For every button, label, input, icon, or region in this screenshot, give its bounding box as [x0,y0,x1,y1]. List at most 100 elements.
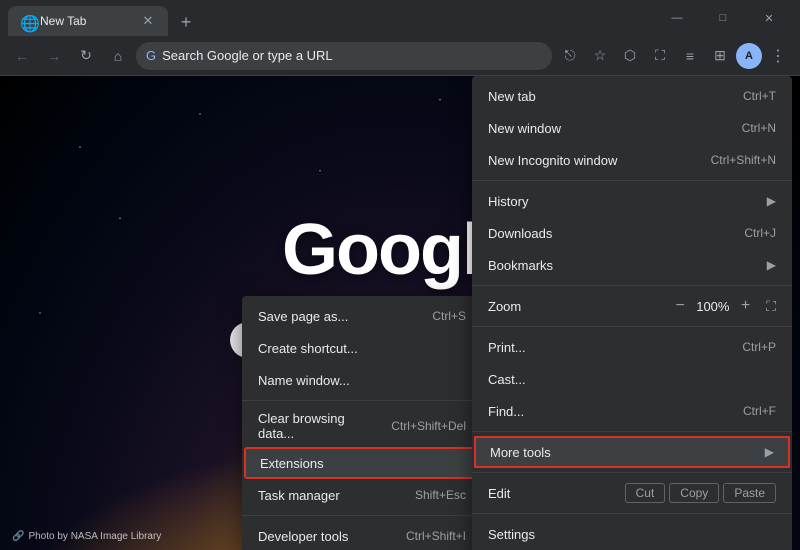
print-shortcut: Ctrl+P [742,340,776,354]
save-page-shortcut: Ctrl+S [432,309,466,323]
extensions-item[interactable]: Extensions [244,447,480,479]
browser-frame: 🌐 New Tab ✕ + — □ ✕ ← → ↻ ⌂ G Search Goo… [0,0,800,550]
submenu-separator1 [242,400,482,401]
incognito-label: New Incognito window [488,153,699,168]
photo-credit-text: Photo by NASA Image Library [28,531,161,542]
active-tab[interactable]: 🌐 New Tab ✕ [8,6,168,36]
clear-browsing-shortcut: Ctrl+Shift+Del [391,419,466,433]
find-item[interactable]: Find... Ctrl+F [472,395,792,427]
history-item[interactable]: History ▶ [472,185,792,217]
task-manager-shortcut: Shift+Esc [415,488,466,502]
profile-button[interactable]: A [736,43,762,69]
home-button[interactable]: ⌂ [104,42,132,70]
downloads-label: Downloads [488,226,732,241]
nav-actions: ⎋ ☆ ⬡ ⛶ ≡ ⊞ A ⋮ [556,42,792,70]
downloads-item[interactable]: Downloads Ctrl+J [472,217,792,249]
new-tab-item[interactable]: New tab Ctrl+T [472,80,792,112]
photo-credit[interactable]: 🔗 Photo by NASA Image Library [12,531,161,542]
settings-label: Settings [488,527,776,542]
save-page-label: Save page as... [258,309,420,324]
clear-browsing-label: Clear browsing data... [258,411,379,441]
paste-button[interactable]: Paste [723,483,776,503]
nav-bar: ← → ↻ ⌂ G Search Google or type a URL ⎋ … [0,36,800,76]
cast-item[interactable]: Cast... [472,363,792,395]
tab-title: New Tab [40,14,134,28]
title-bar: 🌐 New Tab ✕ + — □ ✕ [0,0,800,36]
tab-close-button[interactable]: ✕ [140,13,156,29]
zoom-out-button[interactable]: − [676,297,685,315]
extension-button1[interactable]: ⬡ [616,42,644,70]
zoom-controls: − 100% + ⛶ [676,297,777,315]
downloads-shortcut: Ctrl+J [744,226,776,240]
extensions-label: Extensions [260,456,452,471]
new-tab-label: New tab [488,89,731,104]
edit-row: Edit Cut Copy Paste [472,477,792,509]
find-label: Find... [488,404,731,419]
tab-favicon: 🌐 [20,14,34,28]
edit-label: Edit [488,486,625,501]
bookmarks-item[interactable]: Bookmarks ▶ [472,249,792,281]
find-shortcut: Ctrl+F [743,404,776,418]
history-arrow: ▶ [767,194,776,208]
separator3 [472,326,792,327]
dev-tools-shortcut: Ctrl+Shift+I [406,529,466,543]
extension-button3[interactable]: ≡ [676,42,704,70]
settings-item[interactable]: Settings [472,518,792,550]
zoom-value: 100% [693,299,733,314]
cut-button[interactable]: Cut [625,483,666,503]
maximize-button[interactable]: □ [700,0,746,36]
new-window-shortcut: Ctrl+N [742,121,776,135]
save-page-item[interactable]: Save page as... Ctrl+S [242,300,482,332]
new-window-label: New window [488,121,730,136]
separator1 [472,180,792,181]
close-button[interactable]: ✕ [746,0,792,36]
zoom-fullscreen-button[interactable]: ⛶ [766,298,776,315]
create-shortcut-label: Create shortcut... [258,341,454,356]
main-content: Google 🔍 Search Google or type a URL HS … [0,76,800,550]
incognito-item[interactable]: New Incognito window Ctrl+Shift+N [472,144,792,176]
back-button[interactable]: ← [8,42,36,70]
edit-buttons: Cut Copy Paste [625,483,776,503]
new-tab-shortcut: Ctrl+T [743,89,776,103]
separator4 [472,431,792,432]
separator6 [472,513,792,514]
create-shortcut-item[interactable]: Create shortcut... [242,332,482,364]
more-tools-item[interactable]: More tools ▶ [474,436,790,468]
print-label: Print... [488,340,730,355]
tab-bar: 🌐 New Tab ✕ + [8,0,654,36]
history-label: History [488,194,767,209]
bookmark-button[interactable]: ☆ [586,42,614,70]
zoom-label: Zoom [488,299,676,314]
extension-button4[interactable]: ⊞ [706,42,734,70]
submenu-separator2 [242,515,482,516]
address-bar[interactable]: G Search Google or type a URL [136,42,552,70]
task-manager-item[interactable]: Task manager Shift+Esc [242,479,482,511]
chrome-menu-button[interactable]: ⋮ [764,42,792,70]
cast-label: Cast... [488,372,776,387]
new-window-item[interactable]: New window Ctrl+N [472,112,792,144]
chrome-menu: New tab Ctrl+T New window Ctrl+N New Inc… [472,76,792,550]
address-text: Search Google or type a URL [162,48,542,63]
dev-tools-label: Developer tools [258,529,394,544]
more-tools-label: More tools [490,445,765,460]
photo-link-icon: 🔗 [12,531,24,542]
more-tools-arrow: ▶ [765,445,774,459]
bookmarks-arrow: ▶ [767,258,776,272]
print-item[interactable]: Print... Ctrl+P [472,331,792,363]
task-manager-label: Task manager [258,488,403,503]
incognito-shortcut: Ctrl+Shift+N [711,153,776,167]
extension-button2[interactable]: ⛶ [646,42,674,70]
dev-tools-item[interactable]: Developer tools Ctrl+Shift+I [242,520,482,550]
share-button[interactable]: ⎋ [556,42,584,70]
zoom-row: Zoom − 100% + ⛶ [472,290,792,322]
minimize-button[interactable]: — [654,0,700,36]
forward-button[interactable]: → [40,42,68,70]
zoom-in-button[interactable]: + [741,297,750,315]
copy-button[interactable]: Copy [669,483,719,503]
new-tab-button[interactable]: + [172,8,200,36]
clear-browsing-item[interactable]: Clear browsing data... Ctrl+Shift+Del [242,405,482,447]
separator2 [472,285,792,286]
bookmarks-label: Bookmarks [488,258,767,273]
reload-button[interactable]: ↻ [72,42,100,70]
name-window-item[interactable]: Name window... [242,364,482,396]
